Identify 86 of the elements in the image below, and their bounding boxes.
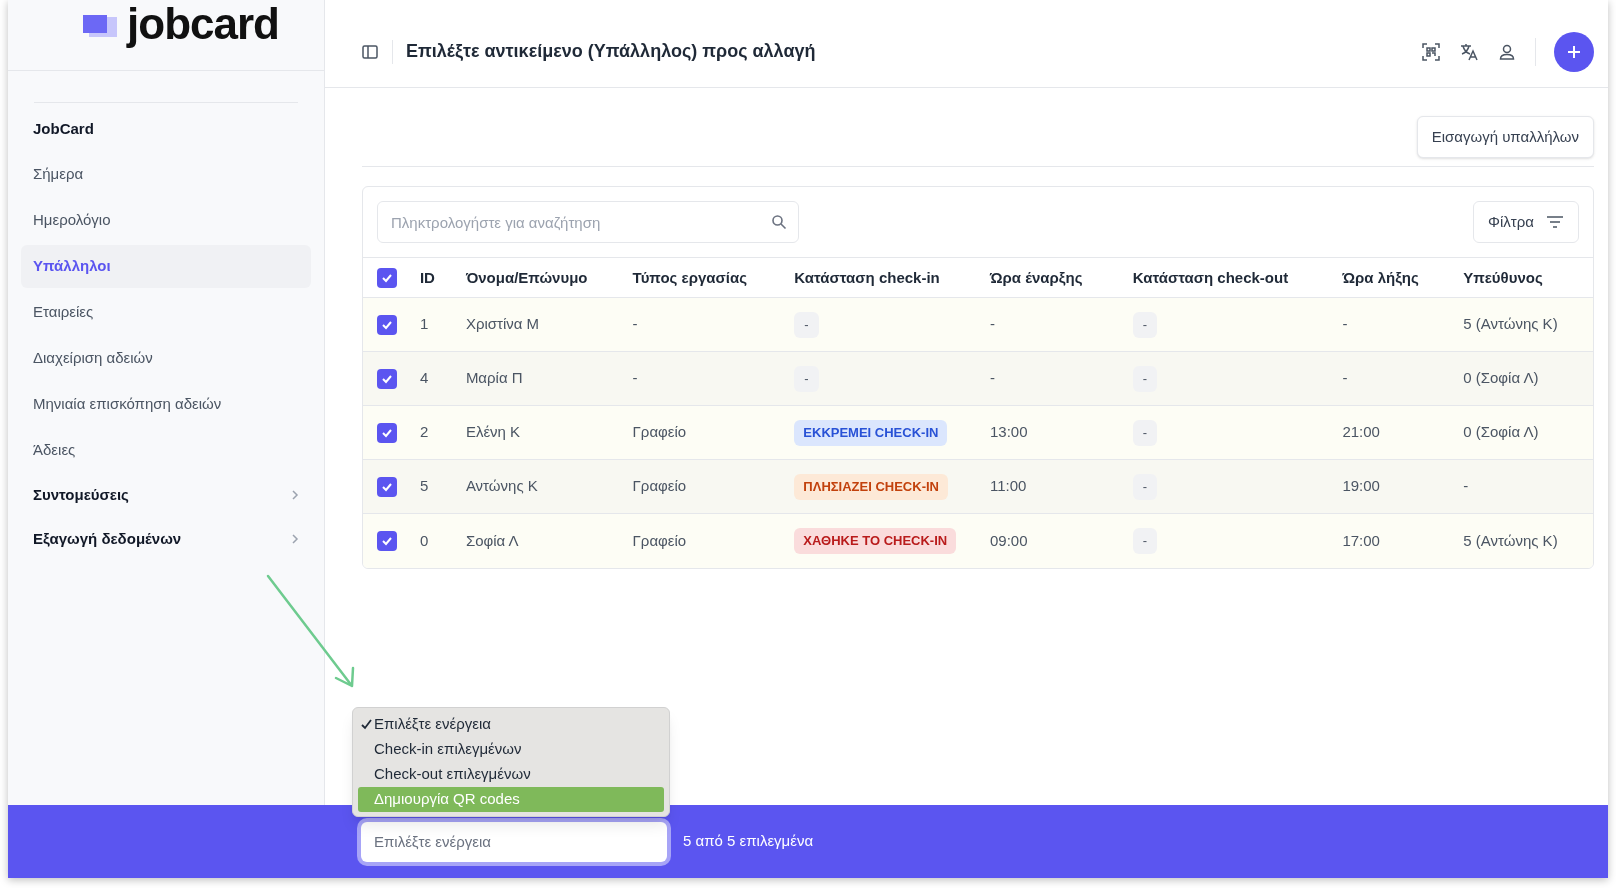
search-icon — [771, 214, 787, 230]
table-cell-text: 4 — [419, 368, 429, 389]
table-cell-text: 17:00 — [1342, 530, 1380, 551]
status-badge: - — [1132, 311, 1158, 338]
sidebar-item[interactable]: Ημερολόγιο — [21, 198, 311, 242]
column-header: Ώρα λήξης — [1342, 268, 1419, 286]
table-cell-text: - — [632, 368, 638, 389]
column-header: Κατάσταση check-in — [794, 268, 940, 286]
table-cell-text: 13:00 — [990, 422, 1028, 443]
checkbox[interactable] — [377, 422, 397, 443]
search-field[interactable]: Πληκτρολογήστε για αναζήτηση — [377, 201, 799, 243]
qr-scan-icon[interactable] — [1421, 41, 1441, 62]
table-cell-text: 5 (Αντώνης Κ) — [1463, 530, 1558, 551]
filters-button[interactable]: Φίλτρα — [1473, 201, 1579, 243]
logo-text: jobcard — [127, 0, 279, 48]
sidebar-group[interactable]: Συντομεύσεις — [21, 473, 311, 517]
status-badge: - — [794, 311, 819, 338]
table-cell-text: 5 (Αντώνης Κ) — [1463, 314, 1558, 335]
sidebar-group[interactable]: Εξαγωγή δεδομένων — [21, 517, 311, 561]
table-cell-text: 5 — [419, 476, 429, 497]
table-cell-text: - — [1463, 476, 1469, 497]
status-badge: ΕΚΚΡΕΜΕΙ CHECK-IN — [794, 419, 948, 446]
sidebar-heading: JobCard — [32, 118, 95, 139]
table-cell-text: 21:00 — [1342, 422, 1380, 443]
menu-option[interactable]: Check-in επιλεγμένων — [358, 737, 664, 762]
table-cell-text: - — [632, 314, 638, 335]
sidebar-item[interactable]: Εταιρείες — [21, 290, 311, 334]
checkbox[interactable] — [377, 368, 397, 389]
check-icon — [361, 719, 372, 730]
table-cell-text: 0 (Σοφία Λ) — [1463, 368, 1539, 389]
status-badge: ΧΑΘΗΚΕ ΤΟ CHECK-IN — [794, 528, 957, 554]
table-cell-text: Γραφείο — [632, 476, 687, 497]
plus-icon — [1566, 43, 1582, 60]
add-button[interactable] — [1554, 31, 1594, 72]
table-cell-text: Μαρία Π — [465, 368, 523, 389]
table-cell-text: Αντώνης Κ — [465, 476, 538, 497]
sidebar-item[interactable]: Σήμερα — [21, 152, 311, 196]
status-badge: ΠΛΗΣΙΑΖΕΙ CHECK-IN — [794, 473, 948, 500]
selection-count: 5 από 5 επιλεγμένα — [683, 831, 814, 852]
table-cell-text: 11:00 — [990, 476, 1027, 497]
column-header: Υπεύθυνος — [1463, 268, 1543, 286]
menu-option[interactable]: Επιλέξτε ενέργεια — [358, 712, 664, 737]
table-cell-text: 0 — [419, 530, 429, 551]
sidebar-item[interactable]: Μηνιαία επισκόπηση αδειών — [21, 382, 311, 426]
table-cell-text: 1 — [419, 314, 429, 335]
table-cell-text: - — [1342, 314, 1348, 335]
action-select[interactable]: Επιλέξτε ενέργεια — [361, 821, 667, 862]
check-icon — [381, 535, 393, 547]
import-button[interactable]: Εισαγωγή υπαλλήλων — [1416, 116, 1594, 158]
checkbox[interactable] — [377, 531, 397, 551]
table-cell-text: 09:00 — [990, 530, 1028, 551]
table-cell-text: - — [990, 314, 995, 335]
status-badge: - — [1132, 473, 1158, 500]
status-badge: - — [1132, 528, 1158, 554]
sidebar-item[interactable]: Άδειες — [21, 428, 311, 472]
translate-icon[interactable] — [1459, 41, 1479, 62]
sidebar-item[interactable]: Διαχείριση αδειών — [21, 336, 311, 380]
column-header: Όνομα/Επώνυμο — [465, 268, 588, 286]
column-header: Ώρα έναρξης — [990, 268, 1083, 286]
chevron-icon — [291, 489, 299, 501]
status-badge: - — [1132, 365, 1158, 392]
table-cell-text: 0 (Σοφία Λ) — [1463, 422, 1539, 443]
table-cell-text: 2 — [419, 422, 429, 443]
filter-icon — [1546, 215, 1564, 229]
status-badge: - — [1132, 419, 1158, 446]
table-cell-text: 19:00 — [1342, 476, 1380, 497]
table-cell-text: Γραφείο — [632, 530, 687, 551]
table-cell-text: - — [1342, 368, 1348, 389]
status-badge: - — [794, 365, 819, 392]
table-cell-text: - — [990, 368, 995, 389]
sidebar-item[interactable]: Υπάλληλοι — [21, 244, 311, 288]
checkbox[interactable] — [377, 267, 397, 288]
column-header: ID — [419, 268, 435, 286]
table-cell-text: Σοφία Λ — [465, 530, 519, 551]
checkbox[interactable] — [377, 476, 397, 497]
chevron-icon — [291, 533, 299, 545]
logo-icon — [83, 15, 118, 37]
menu-option[interactable]: Check-out επιλεγμένων — [358, 762, 664, 787]
checkbox[interactable] — [377, 314, 397, 335]
column-header: Κατάσταση check-out — [1132, 268, 1289, 286]
table-cell-text: Χριστίνα Μ — [465, 314, 540, 335]
page-title: Επιλέξτε αντικείμενο (Υπάλληλος) προς αλλαγή — [406, 40, 816, 63]
sidebar-toggle-icon[interactable] — [361, 42, 379, 61]
column-header: Τύπος εργασίας — [632, 268, 747, 286]
table-cell-text: Γραφείο — [632, 422, 687, 443]
table-cell-text: Ελένη Κ — [465, 422, 521, 443]
